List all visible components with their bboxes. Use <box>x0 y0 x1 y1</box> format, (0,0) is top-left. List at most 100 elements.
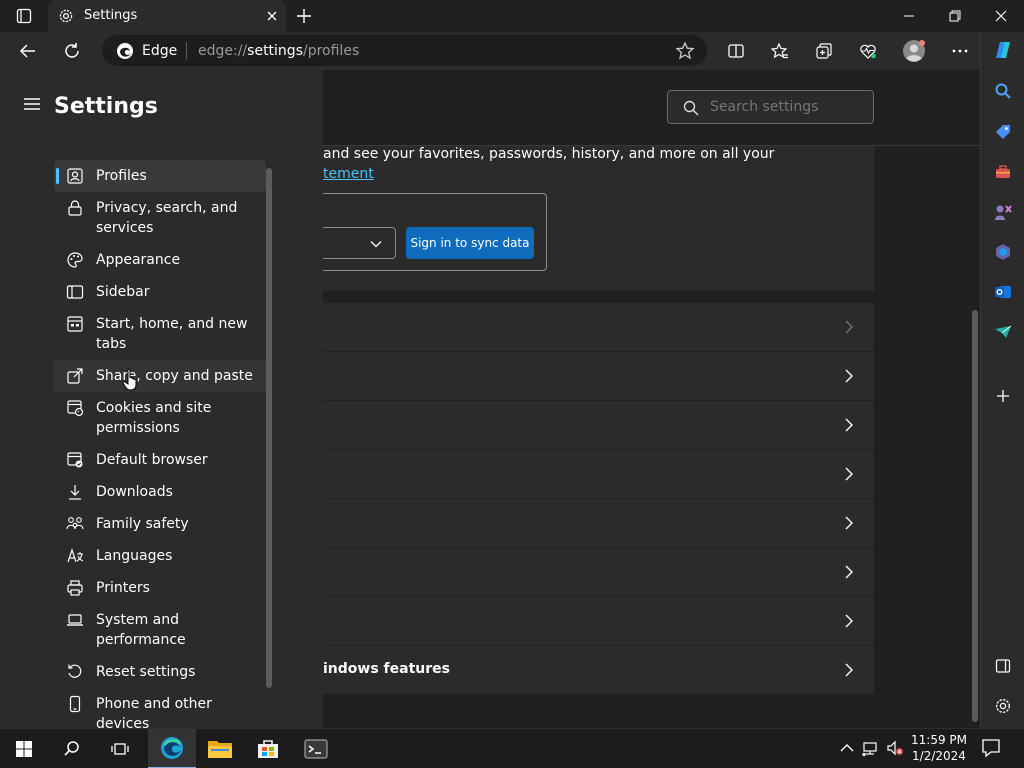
add-sidebar-app-button[interactable] <box>991 384 1015 408</box>
settings-row[interactable] <box>323 597 874 646</box>
tab-actions-button[interactable] <box>8 5 40 27</box>
windows-logo-icon <box>16 741 32 757</box>
back-button[interactable] <box>12 36 44 66</box>
sidebar-item-phone-and-other-devices[interactable]: Phone and other devices <box>54 688 266 728</box>
sidebar-item-label: Share, copy and paste <box>96 368 253 384</box>
chevron-up-icon[interactable] <box>838 739 856 757</box>
close-icon <box>995 10 1007 22</box>
games-icon <box>995 205 1012 220</box>
favorites-button[interactable] <box>764 36 796 66</box>
restore-icon <box>949 10 961 22</box>
cookies-icon <box>67 400 84 417</box>
heart-pulse-icon <box>860 44 876 59</box>
refresh-button[interactable] <box>56 36 88 66</box>
outlook-button[interactable] <box>991 280 1015 304</box>
search-icon <box>995 83 1011 99</box>
gear-icon <box>996 699 1010 713</box>
phone-icon <box>69 695 81 713</box>
copilot-button[interactable] <box>991 38 1015 62</box>
account-dropdown[interactable] <box>323 227 396 259</box>
search-icon <box>683 100 699 116</box>
network-icon[interactable] <box>862 739 880 757</box>
paper-plane-icon <box>995 325 1012 338</box>
close-window-button[interactable] <box>978 0 1024 32</box>
sidebar-item-label: Downloads <box>96 484 173 500</box>
tab-settings[interactable]: Settings <box>48 0 286 32</box>
sidebar-item-profiles[interactable]: Profiles <box>54 160 266 192</box>
sidebar-item-default-browser[interactable]: Default browser <box>54 444 266 476</box>
sign-in-sync-button[interactable]: Sign in to sync data <box>406 227 534 259</box>
sidebar-item-printers[interactable]: Printers <box>54 572 266 604</box>
minimize-button[interactable] <box>886 0 932 32</box>
chevron-right-icon <box>845 369 853 383</box>
sidebar-item-label: System and performance <box>96 612 186 648</box>
settings-row[interactable] <box>323 450 874 499</box>
file-explorer-button[interactable] <box>196 729 244 768</box>
sidebar-settings-button[interactable] <box>991 694 1015 718</box>
collections-button[interactable] <box>808 36 840 66</box>
sidebar-item-share-copy-and-paste[interactable]: Share, copy and paste <box>54 360 266 392</box>
settings-row[interactable] <box>323 401 874 450</box>
close-tab-icon[interactable] <box>264 8 280 24</box>
sidebar-item-start-home-and-new-tabs[interactable]: Start, home, and new tabs <box>54 308 266 360</box>
sidebar-item-appearance[interactable]: Appearance <box>54 244 266 276</box>
split-screen-icon <box>728 44 744 58</box>
sidebar-item-label: Default browser <box>96 452 208 468</box>
sidebar-item-system-and-performance[interactable]: System and performance <box>54 604 266 656</box>
settings-title: Settings <box>54 94 158 119</box>
chevron-right-icon <box>845 320 853 334</box>
sidebar-search-button[interactable] <box>991 79 1015 103</box>
sidebar-item-cookies-and-site-permissions[interactable]: Cookies and site permissions <box>54 392 266 444</box>
profile-button[interactable] <box>898 36 930 66</box>
start-button[interactable] <box>0 729 48 768</box>
collections-icon <box>816 43 832 59</box>
browser-essentials-button[interactable] <box>852 36 884 66</box>
settings-row[interactable] <box>323 548 874 597</box>
back-arrow-icon <box>19 44 35 58</box>
chevron-right-icon <box>845 565 853 579</box>
microsoft-store-button[interactable] <box>244 729 292 768</box>
task-view-button[interactable] <box>96 729 144 768</box>
sidebar-item-downloads[interactable]: Downloads <box>54 476 266 508</box>
shopping-button[interactable] <box>991 120 1015 144</box>
sidebar-item-privacy-search-and-services[interactable]: Privacy, search, and services <box>54 192 266 244</box>
restore-button[interactable] <box>932 0 978 32</box>
settings-row[interactable] <box>323 303 874 352</box>
settings-row[interactable] <box>323 352 874 401</box>
favorite-star-icon[interactable] <box>675 41 695 61</box>
sidebar-item-languages[interactable]: Languages <box>54 540 266 572</box>
hamburger-menu-icon[interactable] <box>22 96 42 112</box>
games-button[interactable] <box>991 200 1015 224</box>
address-bar[interactable]: Edge edge://settings/profiles <box>102 35 707 66</box>
sidebar-item-family-safety[interactable]: Family safety <box>54 508 266 540</box>
settings-row[interactable]: indows features <box>323 646 874 695</box>
main-scrollbar[interactable] <box>972 310 978 722</box>
chevron-right-icon <box>845 467 853 481</box>
system-clock[interactable]: 11:59 PM 1/2/2024 <box>904 732 974 764</box>
search-settings-box[interactable] <box>667 90 874 124</box>
drop-button[interactable] <box>991 320 1015 344</box>
notifications-icon[interactable] <box>980 737 1002 759</box>
taskbar-search-button[interactable] <box>48 729 96 768</box>
sidebar-item-label: Languages <box>96 548 173 564</box>
settings-row[interactable] <box>323 499 874 548</box>
volume-muted-icon[interactable] <box>886 739 904 757</box>
shopping-tag-icon <box>996 125 1010 139</box>
sidebar-item-sidebar[interactable]: Sidebar <box>54 276 266 308</box>
taskbar-edge-button[interactable] <box>148 729 196 768</box>
search-settings-input[interactable] <box>710 97 860 117</box>
languages-icon <box>67 548 84 563</box>
privacy-statement-link[interactable]: tement <box>323 166 374 182</box>
nav-scrollbar[interactable] <box>266 168 272 688</box>
tools-button[interactable] <box>991 160 1015 184</box>
hide-sidebar-button[interactable] <box>991 654 1015 678</box>
sidebar-panel-icon <box>995 659 1011 673</box>
outlook-icon <box>995 286 1011 298</box>
terminal-button[interactable] <box>292 729 340 768</box>
sidebar-item-reset-settings[interactable]: Reset settings <box>54 656 266 688</box>
microsoft-365-button[interactable] <box>991 240 1015 264</box>
new-tab-button[interactable] <box>292 6 316 26</box>
more-options-button[interactable] <box>944 36 976 66</box>
split-screen-button[interactable] <box>720 36 752 66</box>
home-tabs-icon <box>67 316 83 332</box>
